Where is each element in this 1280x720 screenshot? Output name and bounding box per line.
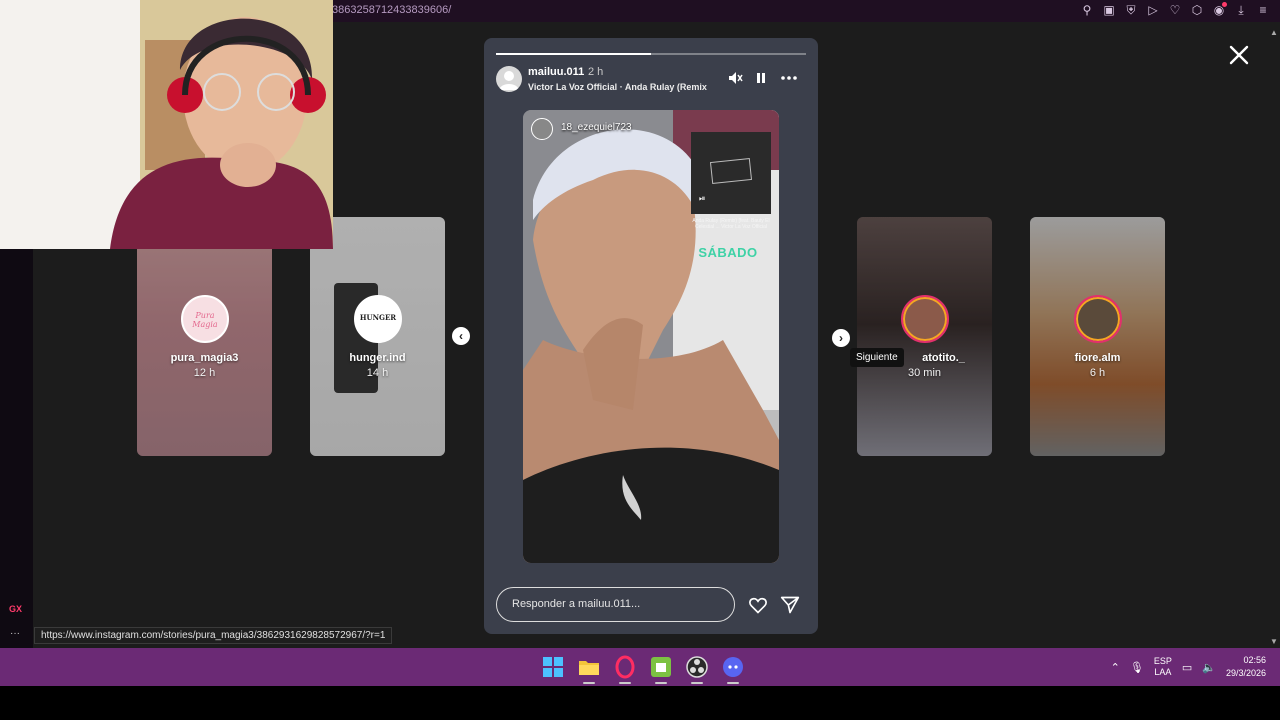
- mute-button[interactable]: [726, 70, 744, 86]
- avatar-logo-text: HUNGER: [359, 313, 397, 322]
- story-username[interactable]: mailuu.011: [528, 66, 584, 78]
- language-indicator[interactable]: ESP LAA: [1154, 656, 1172, 678]
- story-preview-card[interactable]: atotito._ 30 min: [857, 217, 992, 456]
- like-button[interactable]: [748, 595, 768, 615]
- chevron-up-icon[interactable]: ⌃: [1111, 661, 1120, 674]
- webcam-feed: [0, 0, 333, 249]
- previous-story-button[interactable]: ‹: [452, 327, 470, 345]
- webcam-overlay: [0, 0, 333, 249]
- active-story: mailuu.011 2 h Victor La Voz Official · …: [484, 38, 818, 634]
- extensions-icon[interactable]: ⬡: [1190, 3, 1204, 17]
- sidebar-more-icon[interactable]: ···: [10, 628, 20, 639]
- album-cover-sticker[interactable]: ⏯: [691, 132, 771, 214]
- taskbar-opera-gx[interactable]: [612, 654, 638, 684]
- day-sticker: SÁBADO: [698, 245, 758, 260]
- speaker-muted-icon: [729, 72, 743, 84]
- card-time: 12 h: [193, 367, 216, 379]
- gx-logo[interactable]: GX: [9, 604, 22, 614]
- chevron-right-icon: ›: [839, 331, 843, 345]
- card-time: 14 h: [366, 367, 389, 379]
- clock[interactable]: 02:56 29/3/2026: [1226, 654, 1266, 680]
- clock-time: 02:56: [1243, 655, 1266, 665]
- story-preview-card[interactable]: Pura Magia pura_magia3 12 h: [137, 217, 272, 456]
- default-avatar-icon: [499, 71, 519, 90]
- volume-icon[interactable]: 🔈: [1202, 661, 1216, 674]
- address-bar-url[interactable]: 3863258712433839606/: [332, 4, 451, 16]
- shield-icon[interactable]: ⛨: [1124, 3, 1138, 17]
- story-preview-card[interactable]: HUNGER hunger.ind 14 h: [310, 217, 445, 456]
- reply-input[interactable]: Responder a mailuu.011...: [496, 587, 735, 622]
- album-play-icon: ⏯: [699, 194, 706, 203]
- album-art-logo: [709, 157, 753, 185]
- card-time: 6 h: [1089, 367, 1106, 379]
- scrollbar[interactable]: ▲ ▼: [1268, 22, 1280, 648]
- snapshot-icon[interactable]: ▣: [1102, 3, 1116, 17]
- chevron-left-icon: ‹: [459, 329, 463, 343]
- send-icon: [780, 596, 800, 614]
- menu-icon[interactable]: ≡: [1256, 3, 1270, 17]
- opera-gx-icon: [615, 655, 635, 679]
- inner-avatar: [531, 118, 553, 140]
- story-media[interactable]: 18_ezequiel723 ⏯ Anda Rulay (Remix) [fea…: [523, 110, 779, 563]
- next-story-button[interactable]: ›: [832, 329, 850, 347]
- more-options-button[interactable]: [780, 70, 798, 86]
- taskbar-file-explorer[interactable]: [576, 654, 602, 684]
- card-username: fiore.alm: [1074, 352, 1121, 364]
- start-button[interactable]: [540, 654, 566, 680]
- card-time: 30 min: [907, 367, 942, 379]
- microphone-icon[interactable]: 🎙: [1130, 661, 1144, 674]
- story-preview-card[interactable]: fiore.alm 6 h: [1030, 217, 1165, 456]
- more-icon: [781, 76, 797, 80]
- browser-toolbar-icons: ⚲ ▣ ⛨ ▷ ♡ ⬡ ◉ ⤓ ≡: [1080, 2, 1270, 17]
- pause-icon: [757, 73, 765, 83]
- close-icon: [1229, 45, 1249, 65]
- reply-placeholder: Responder a mailuu.011...: [512, 598, 641, 610]
- heart-icon[interactable]: ♡: [1168, 3, 1182, 17]
- link-preview-url: https://www.instagram.com/stories/pura_m…: [34, 627, 393, 644]
- profile-icon[interactable]: ◉: [1212, 2, 1227, 17]
- avatar[interactable]: [496, 66, 522, 92]
- story-time: 2 h: [588, 66, 604, 78]
- next-tooltip: Siguiente: [850, 348, 904, 367]
- avatar-logo-text: Pura Magia: [192, 311, 218, 329]
- card-username: hunger.ind: [349, 352, 406, 364]
- android-icon: [651, 657, 671, 677]
- taskbar-android-app[interactable]: [648, 654, 674, 684]
- scroll-up-icon[interactable]: ▲: [1270, 28, 1278, 37]
- discord-icon: [723, 657, 743, 677]
- pause-button[interactable]: [752, 70, 770, 86]
- obs-icon: [686, 656, 708, 678]
- play-icon[interactable]: ▷: [1146, 3, 1160, 17]
- scroll-down-icon[interactable]: ▼: [1270, 637, 1278, 646]
- folder-icon: [579, 661, 599, 675]
- taskbar-obs[interactable]: [684, 654, 710, 684]
- pin-icon[interactable]: ⚲: [1080, 3, 1094, 17]
- story-progress-bar: [496, 53, 806, 55]
- windows-taskbar: ⌃ 🎙 ESP LAA ▭ 🔈 02:56 29/3/2026: [0, 648, 1280, 686]
- heart-icon: [749, 597, 767, 614]
- avatar: [1074, 295, 1122, 343]
- story-progress-fill: [496, 53, 651, 55]
- album-caption: Anda Rulay (Remix) [feat. Bauty El Celes…: [692, 218, 770, 230]
- system-tray: ⌃ 🎙 ESP LAA ▭ 🔈 02:56 29/3/2026: [1111, 654, 1266, 680]
- download-icon[interactable]: ⤓: [1234, 3, 1248, 17]
- windows-icon: [543, 657, 563, 677]
- taskbar-discord[interactable]: [720, 654, 746, 684]
- story-music-label[interactable]: Victor La Voz Official · Anda Rulay (Rem…: [528, 82, 718, 92]
- mentioned-username[interactable]: 18_ezequiel723: [561, 122, 632, 133]
- close-button[interactable]: [1226, 42, 1252, 68]
- avatar: HUNGER: [354, 295, 402, 343]
- card-username: pura_magia3: [170, 352, 239, 364]
- letterbox-bar: [0, 686, 1280, 720]
- network-icon[interactable]: ▭: [1182, 661, 1192, 674]
- share-button[interactable]: [780, 595, 800, 615]
- taskbar-apps: [540, 654, 746, 684]
- keyboard-layout: LAA: [1154, 667, 1172, 677]
- clock-date: 29/3/2026: [1225, 668, 1266, 678]
- avatar: [901, 295, 949, 343]
- screen: 3863258712433839606/ ⚲ ▣ ⛨ ▷ ♡ ⬡ ◉ ⤓ ≡ G…: [0, 0, 1280, 720]
- avatar: Pura Magia: [181, 295, 229, 343]
- language-code: ESP: [1153, 656, 1172, 666]
